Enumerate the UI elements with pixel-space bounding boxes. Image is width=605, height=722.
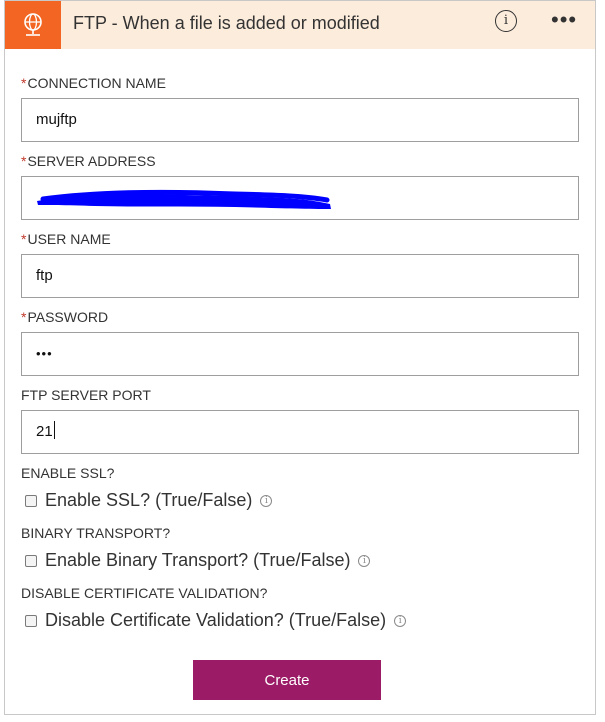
ftp-port-input[interactable]: 21 <box>21 410 579 454</box>
ftp-port-value: 21 <box>36 423 53 440</box>
required-marker: * <box>21 153 27 169</box>
disable-cert-checkbox-label[interactable]: Disable Certificate Validation? (True/Fa… <box>45 610 386 631</box>
more-options-icon[interactable]: ••• <box>551 7 577 33</box>
binary-transport-row: Enable Binary Transport? (True/False) i <box>25 550 371 571</box>
disable-cert-checkbox[interactable] <box>25 614 37 627</box>
ftp-logo-icon <box>5 1 61 49</box>
ftp-port-label: FTP SERVER PORT <box>21 387 151 403</box>
server-address-label: *SERVER ADDRESS <box>21 153 156 169</box>
required-marker: * <box>21 75 27 91</box>
enable-ssl-label: ENABLE SSL? <box>21 465 115 481</box>
trigger-title: FTP - When a file is added or modified <box>73 13 380 33</box>
info-icon[interactable]: i <box>260 494 273 507</box>
required-marker: * <box>21 231 27 247</box>
binary-transport-checkbox-label[interactable]: Enable Binary Transport? (True/False) <box>45 550 350 571</box>
create-button[interactable]: Create <box>193 660 381 700</box>
info-icon[interactable]: i <box>358 554 371 567</box>
password-label: *PASSWORD <box>21 309 109 325</box>
required-marker: * <box>21 309 27 325</box>
disable-cert-label: DISABLE CERTIFICATE VALIDATION? <box>21 585 268 601</box>
text-caret <box>53 421 55 439</box>
enable-ssl-checkbox-label[interactable]: Enable SSL? (True/False) <box>45 490 252 511</box>
binary-transport-label: BINARY TRANSPORT? <box>21 525 171 541</box>
redaction-scribble <box>37 189 331 209</box>
info-icon[interactable]: i <box>394 614 407 627</box>
password-input[interactable]: ••• <box>21 332 579 376</box>
enable-ssl-row: Enable SSL? (True/False) i <box>25 490 273 511</box>
connection-name-label: *CONNECTION NAME <box>21 75 166 91</box>
connection-card: FTP - When a file is added or modified i… <box>4 0 596 715</box>
disable-cert-row: Disable Certificate Validation? (True/Fa… <box>25 610 407 631</box>
user-name-input[interactable]: ftp <box>21 254 579 298</box>
enable-ssl-checkbox[interactable] <box>25 494 37 507</box>
user-name-label: *USER NAME <box>21 231 111 247</box>
binary-transport-checkbox[interactable] <box>25 554 37 567</box>
trigger-header[interactable]: FTP - When a file is added or modified i… <box>5 1 595 49</box>
info-icon[interactable]: i <box>495 10 517 32</box>
connection-name-input[interactable]: mujftp <box>21 98 579 142</box>
